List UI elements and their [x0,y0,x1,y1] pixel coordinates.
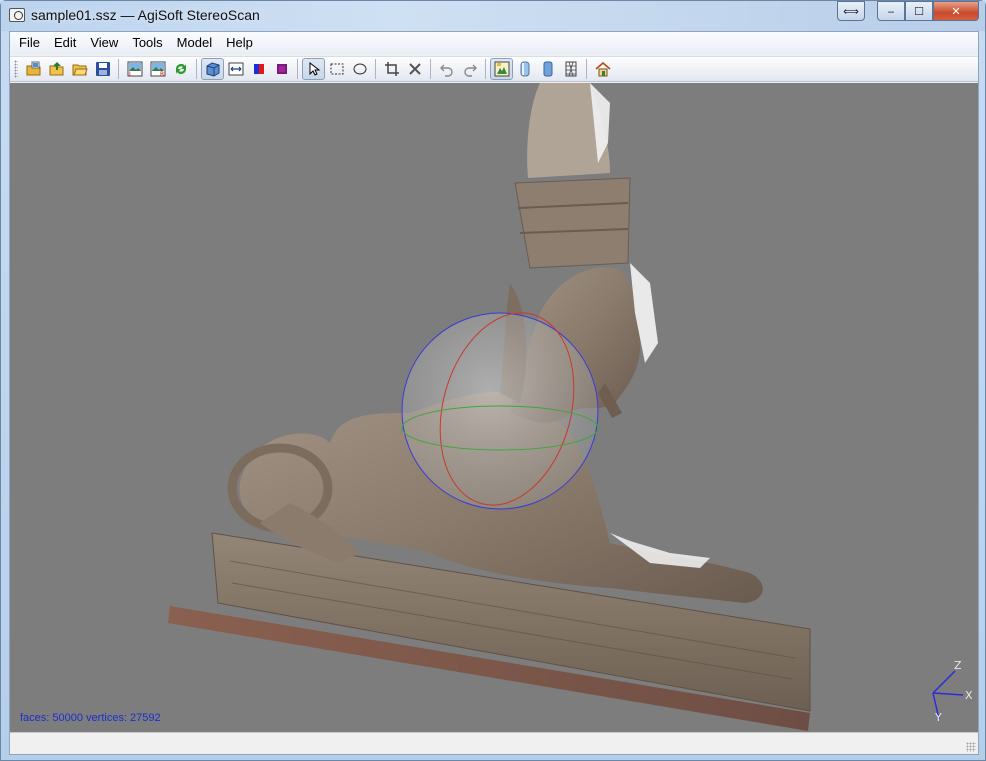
delete-button[interactable] [403,58,426,80]
client-area: File Edit View Tools Model Help L R face… [9,31,979,755]
app-window: sample01.ssz — AgiSoft StereoScan ⟺ ‒ ☐ … [0,0,986,761]
shaded-view-button[interactable] [513,58,536,80]
maximize-button[interactable]: ☐ [905,1,933,21]
refresh-icon [175,64,186,74]
toolbar-separator [485,59,486,79]
toolbar-separator [430,59,431,79]
status-bar [10,732,978,754]
svg-text:R: R [160,71,164,77]
toolbar-separator [196,59,197,79]
save-button[interactable] [91,58,114,80]
purple-square-icon [276,64,287,74]
resize-icon [228,62,243,76]
toolbar-grip[interactable] [14,60,18,78]
axis-gizmo: Z X Y [932,659,973,721]
texture-view-icon [494,61,509,77]
open-project-button[interactable] [45,58,68,80]
restore-extra-button[interactable]: ⟺ [837,1,865,21]
purple-square-button[interactable] [270,58,293,80]
menu-model[interactable]: Model [170,33,219,53]
sphinx-model[interactable] [10,83,978,732]
shaded-view-icon [520,61,529,77]
wireframe-view-button[interactable] [559,58,582,80]
resize-grip[interactable] [966,742,976,752]
red-blue-icon [253,64,264,74]
axis-y-label: Y [934,711,942,721]
menu-view[interactable]: View [83,33,125,53]
undo-icon [439,64,453,77]
open-project-icon [49,62,63,76]
crop-button[interactable] [380,58,403,80]
toolbar: L R [10,56,978,82]
texture-view-button[interactable] [490,58,513,80]
resize-button[interactable] [224,58,247,80]
ellipse-select-icon [353,63,366,75]
home-icon [594,61,611,77]
menu-file[interactable]: File [12,33,47,53]
pointer-button[interactable] [302,58,325,80]
image-left-icon: L [127,61,142,77]
solid-view-icon [206,62,219,77]
toolbar-separator [118,59,119,79]
crop-icon [384,62,399,76]
axis-x-label: X [965,689,973,702]
flat-view-button[interactable] [536,58,559,80]
image-right-button[interactable]: R [146,58,169,80]
pointer-icon [309,61,320,76]
axis-z-label: Z [954,659,962,672]
menu-bar: File Edit View Tools Model Help [10,32,978,54]
app-camera-icon[interactable] [9,8,25,22]
save-icon [95,62,110,76]
rect-select-button[interactable] [325,58,348,80]
menu-edit[interactable]: Edit [47,33,83,53]
image-right-icon: R [150,61,165,77]
open-images-button[interactable] [22,58,45,80]
refresh-button[interactable] [169,58,192,80]
ellipse-select-button[interactable] [348,58,371,80]
3d-viewport[interactable]: faces: 50000 vertices: 27592 Z X Y [10,83,978,732]
home-button[interactable] [591,58,614,80]
toolbar-separator [375,59,376,79]
undo-button[interactable] [435,58,458,80]
red-blue-button[interactable] [247,58,270,80]
toolbar-separator [586,59,587,79]
flat-view-icon [543,61,552,77]
wireframe-view-icon [565,61,576,77]
window-title: sample01.ssz — AgiSoft StereoScan [31,7,260,23]
title-bar[interactable]: sample01.ssz — AgiSoft StereoScan ⟺ ‒ ☐ … [1,1,985,31]
open-folder-button[interactable] [68,58,91,80]
redo-icon [463,64,477,77]
open-images-icon [26,61,40,76]
image-left-button[interactable]: L [123,58,146,80]
menu-tools[interactable]: Tools [125,33,169,53]
redo-button[interactable] [458,58,481,80]
delete-icon [408,63,421,75]
menu-help[interactable]: Help [219,33,260,53]
model-stats: faces: 50000 vertices: 27592 [20,712,161,724]
solid-view-button[interactable] [201,58,224,80]
close-button[interactable]: ✕ [933,1,979,21]
rect-select-icon [330,63,343,75]
toolbar-separator [297,59,298,79]
minimize-button[interactable]: ‒ [877,1,905,21]
open-folder-icon [72,64,88,76]
